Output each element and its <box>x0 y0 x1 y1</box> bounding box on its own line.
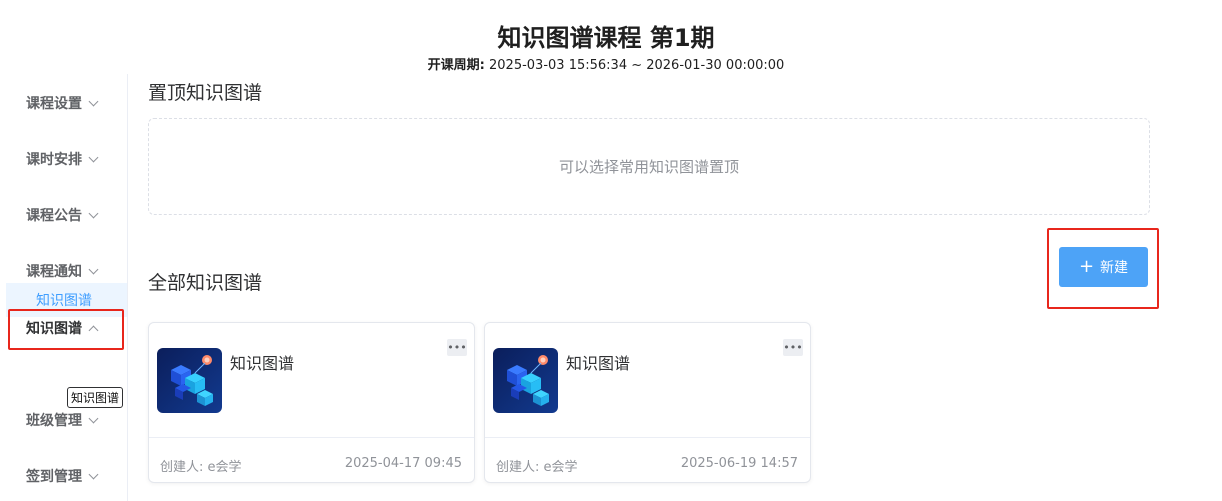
chevron-down-icon <box>88 96 99 106</box>
card-creator: 创建人: e会学 <box>160 460 242 475</box>
card-creator: 创建人: e会学 <box>496 460 578 475</box>
sidebar-item-label: 课程公告 <box>26 208 82 224</box>
sidebar-item-label: 课程通知 <box>26 264 82 280</box>
card-date: 2025-04-17 09:45 <box>344 456 462 471</box>
knowledge-graph-card[interactable]: 知识图谱 ••• 创建人: e会学 2025-04-17 09:45 <box>148 322 475 483</box>
sidebar-item-course-notifications[interactable]: 课程通知 <box>26 259 99 283</box>
all-section-title: 全部知识图谱 <box>148 272 263 294</box>
tooltip: 知识图谱 <box>67 387 124 408</box>
card-date: 2025-06-19 14:57 <box>680 456 798 471</box>
card-divider <box>485 437 810 438</box>
chevron-up-icon <box>88 325 99 335</box>
period-label: 开课周期: <box>427 58 485 73</box>
more-icon[interactable]: ••• <box>783 339 803 356</box>
sidebar-item-course-announcements[interactable]: 课程公告 <box>26 203 99 227</box>
sidebar-item-course-settings[interactable]: 课程设置 <box>26 91 99 115</box>
card-divider <box>149 437 474 438</box>
sidebar-item-label: 班级管理 <box>26 413 82 429</box>
sidebar-subitem-knowledge-graph[interactable]: 知识图谱 <box>6 283 127 317</box>
sidebar-item-label: 签到管理 <box>26 469 82 485</box>
sidebar-item-class-management[interactable]: 班级管理 <box>26 408 99 432</box>
page: 知识图谱课程 第1期 开课周期: 2025-03-03 15:56:34 ~ 2… <box>0 0 1222 501</box>
new-button-label: 新建 <box>1100 260 1129 276</box>
card-title: 知识图谱 <box>230 354 295 373</box>
sidebar-item-attendance-management[interactable]: 签到管理 <box>26 464 99 488</box>
knowledge-graph-card[interactable]: 知识图谱 ••• 创建人: e会学 2025-06-19 14:57 <box>484 322 811 483</box>
chevron-down-icon <box>88 264 99 274</box>
plus-icon: + <box>1078 256 1095 277</box>
new-button[interactable]: + 新建 <box>1059 247 1148 287</box>
pinned-empty-placeholder: 可以选择常用知识图谱置顶 <box>148 118 1150 215</box>
sidebar-item-label: 知识图谱 <box>26 321 82 337</box>
chevron-down-icon <box>88 208 99 218</box>
chevron-down-icon <box>88 152 99 162</box>
chevron-down-icon <box>88 469 99 479</box>
knowledge-graph-thumbnail <box>493 348 558 413</box>
pinned-section-title: 置顶知识图谱 <box>148 82 263 104</box>
sidebar-item-label: 课程设置 <box>26 96 82 112</box>
chevron-down-icon <box>88 413 99 423</box>
period-value: 2025-03-03 15:56:34 ~ 2026-01-30 00:00:0… <box>489 58 785 73</box>
more-icon[interactable]: ••• <box>447 339 467 356</box>
sidebar-item-knowledge-graph[interactable]: 知识图谱 <box>26 316 99 340</box>
sidebar-item-label: 课时安排 <box>26 152 82 168</box>
course-title: 知识图谱课程 第1期 <box>497 24 715 52</box>
course-period: 开课周期: 2025-03-03 15:56:34 ~ 2026-01-30 0… <box>0 54 1212 73</box>
card-title: 知识图谱 <box>566 354 631 373</box>
sidebar-item-lesson-schedule[interactable]: 课时安排 <box>26 147 99 171</box>
knowledge-graph-thumbnail <box>157 348 222 413</box>
